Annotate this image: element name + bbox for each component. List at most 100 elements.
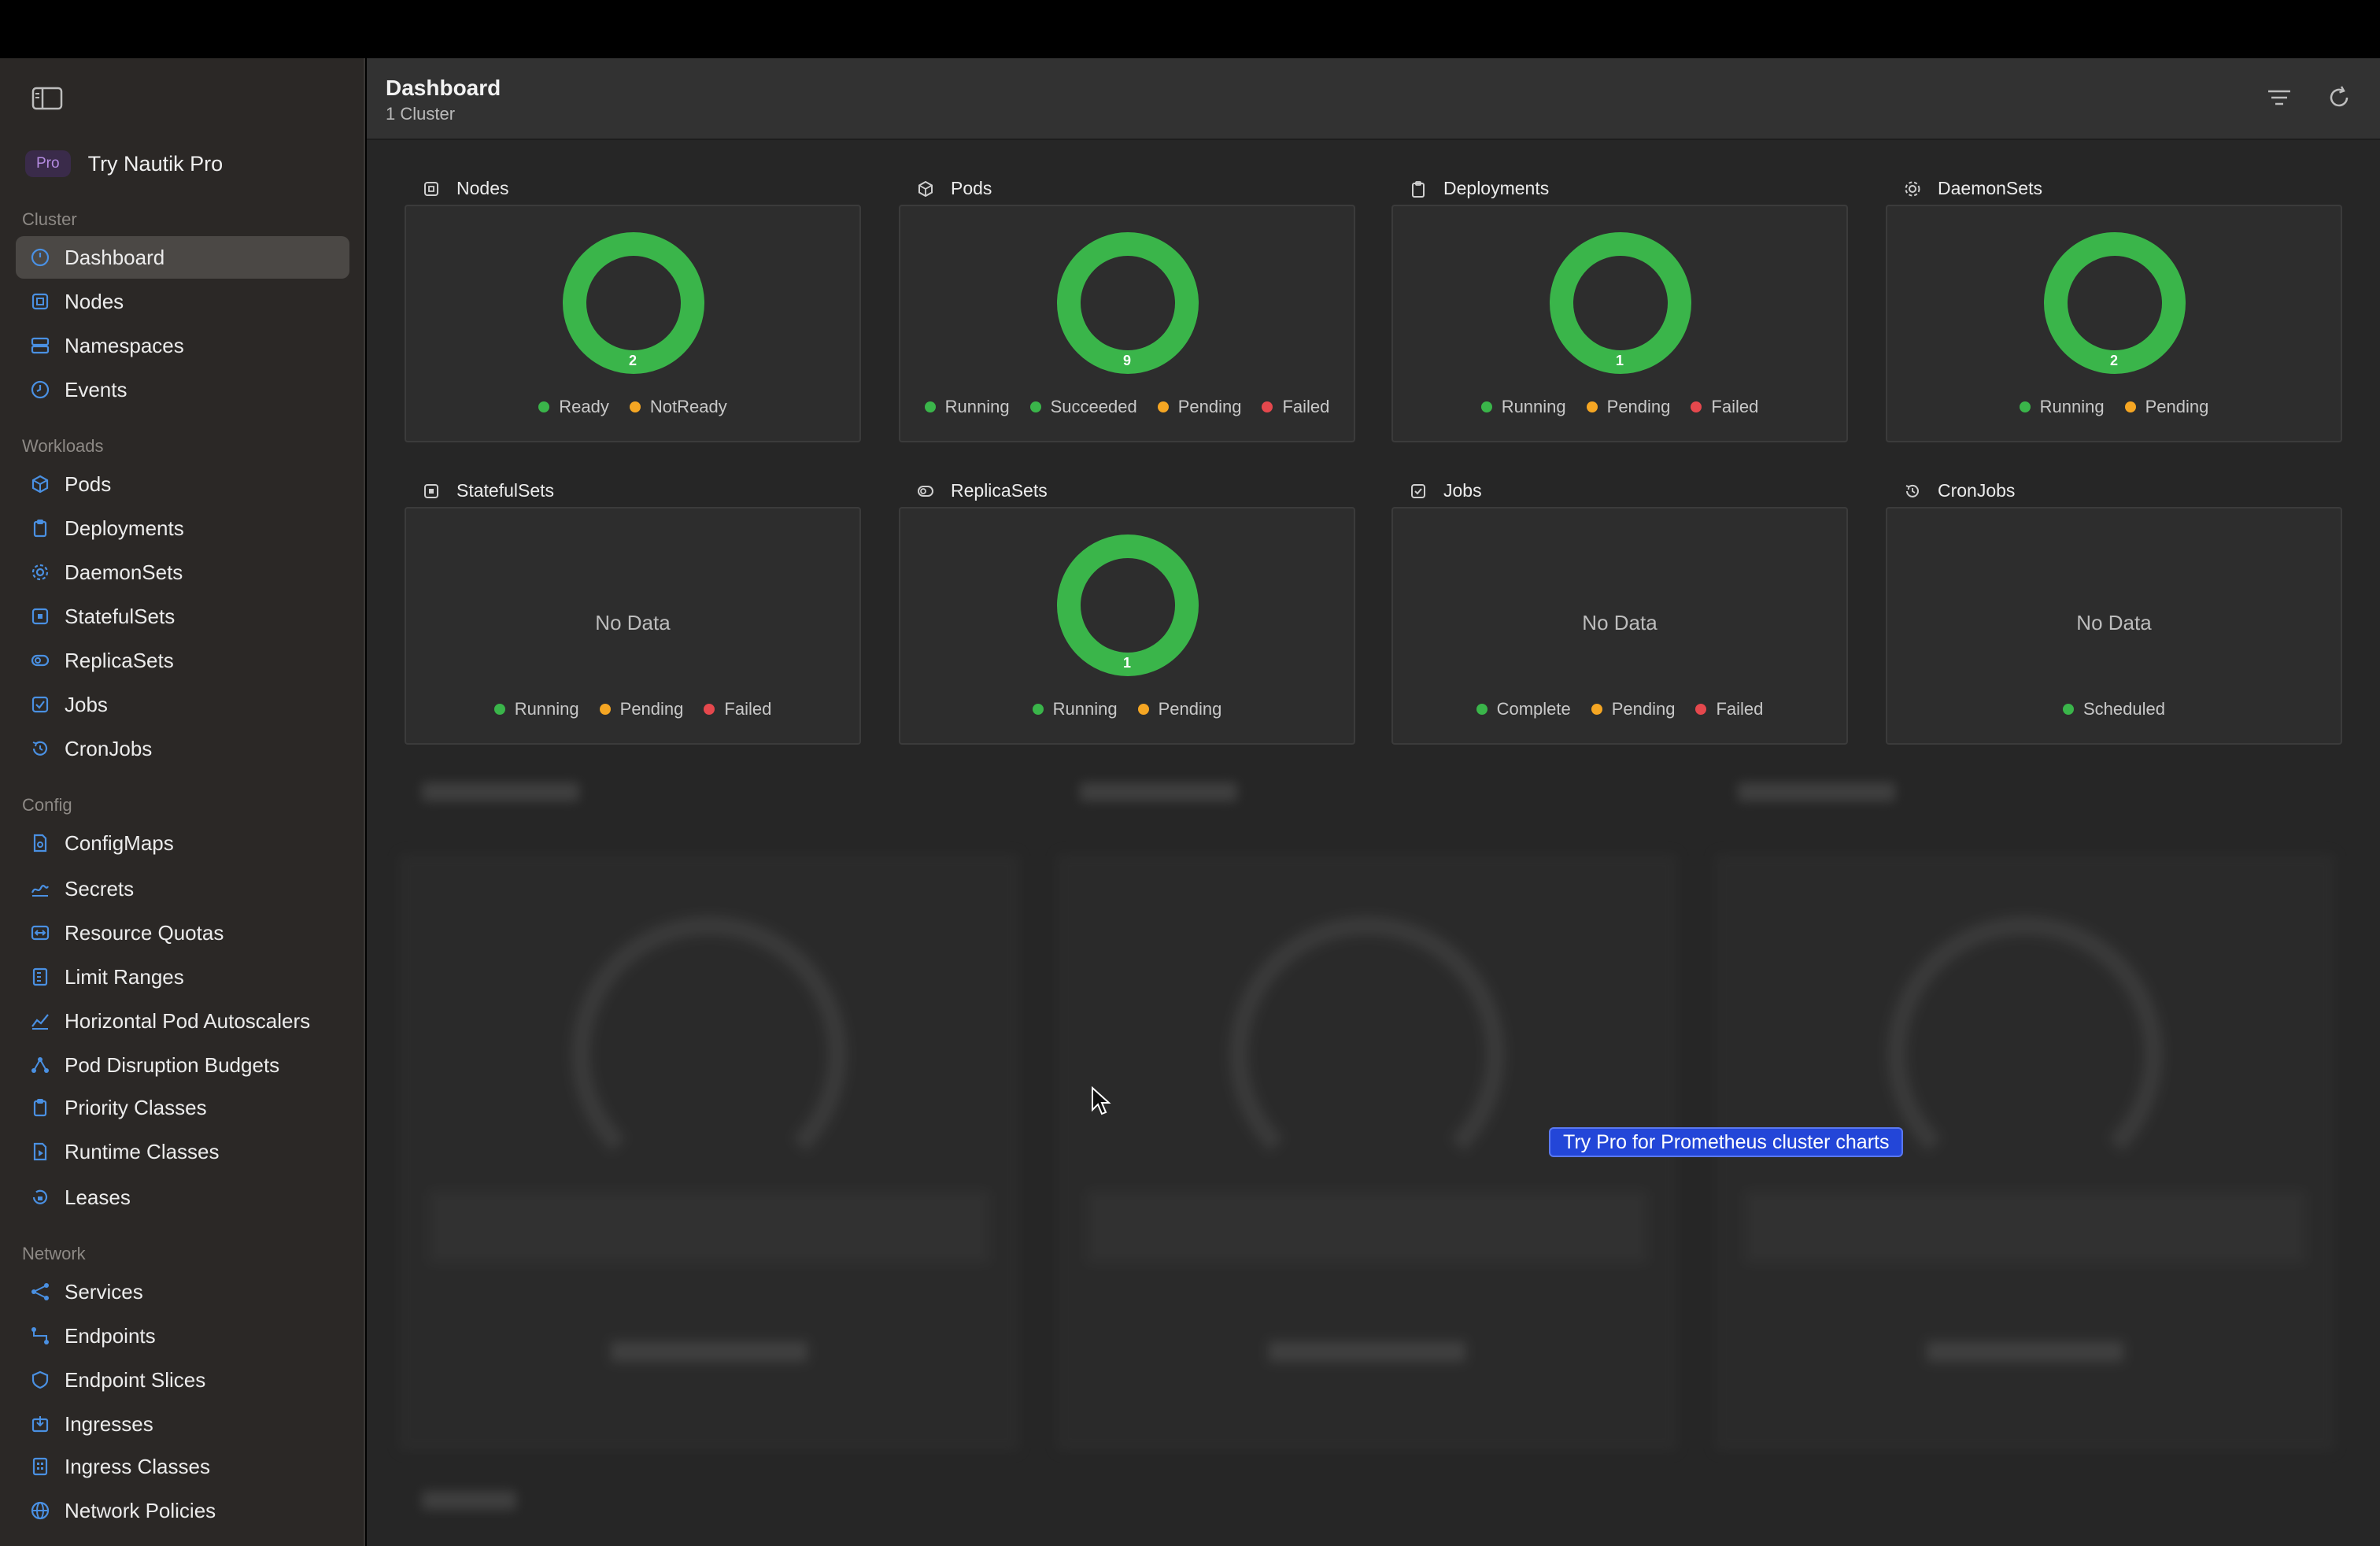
legend-item: Failed <box>1691 397 1758 417</box>
legend-item: Failed <box>704 699 771 719</box>
card-title-text: ReplicaSets <box>951 480 1048 501</box>
legend-label: Scheduled <box>2083 699 2165 719</box>
sidebar-item-label: Leases <box>65 1185 131 1209</box>
nodes-card[interactable]: 2 Ready NotReady <box>405 205 861 442</box>
legend-item: Succeeded <box>1029 397 1137 417</box>
chip-icon <box>30 291 50 312</box>
sidebar-item-runtime-classes[interactable]: Runtime Classes <box>16 1130 349 1173</box>
sidebar-item-label: Pods <box>65 472 112 496</box>
green-dot-icon <box>1476 704 1488 715</box>
blurred-gauge <box>1887 916 2163 1192</box>
sidebar-item-namespaces[interactable]: Namespaces <box>16 324 349 367</box>
sidebar-item-deployments[interactable]: Deployments <box>16 507 349 549</box>
section-workloads: Workloads <box>22 436 104 456</box>
doc-gear-icon <box>30 833 50 853</box>
try-pro-charts-button[interactable]: Try Pro for Prometheus cluster charts <box>1549 1127 1904 1157</box>
cronjobs-card[interactable]: No Data Scheduled <box>1886 507 2342 745</box>
legend-item: Pending <box>1591 699 1676 719</box>
legend-item: Running <box>1480 397 1566 417</box>
sidebar-item-label: Endpoints <box>65 1323 156 1348</box>
legend-item: Running <box>2019 397 2105 417</box>
sidebar-item-secrets[interactable]: Secrets <box>16 867 349 910</box>
pods-legend: Running Succeeded Pending Failed <box>900 397 1354 417</box>
legend-label: NotReady <box>649 397 727 416</box>
legend-label: Running <box>1501 397 1566 416</box>
jobs-card[interactable]: No Data Complete Pending Failed <box>1391 507 1848 745</box>
sidebar-item-ingresses[interactable]: Ingresses <box>16 1403 349 1445</box>
statefulsets-card[interactable]: No Data Running Pending Failed <box>405 507 861 745</box>
sidebar-item-cronjobs[interactable]: CronJobs <box>16 727 349 770</box>
sidebar-item-label: Ingresses <box>65 1411 153 1436</box>
legend-label: Pending <box>1611 699 1676 719</box>
daemonsets-count: 2 <box>2109 353 2118 368</box>
capsule-icon <box>30 650 50 671</box>
sidebar-item-hpa[interactable]: Horizontal Pod Autoscalers <box>16 1000 349 1042</box>
inbox-icon <box>30 1414 50 1434</box>
sidebar-item-endpoints[interactable]: Endpoints <box>16 1315 349 1357</box>
try-pro-button[interactable]: Pro Try Nautik Pro <box>25 146 223 181</box>
red-dot-icon <box>1691 401 1702 412</box>
replicasets-legend: Running Pending <box>900 699 1354 719</box>
deployments-card[interactable]: 1 Running Pending Failed <box>1391 205 1848 442</box>
sidebar-item-daemonsets[interactable]: DaemonSets <box>16 551 349 594</box>
blurred-gauge <box>1229 916 1505 1192</box>
sidebar-item-statefulsets[interactable]: StatefulSets <box>16 595 349 638</box>
cronjobs-legend: Scheduled <box>1887 699 2341 719</box>
sidebar-item-events[interactable]: Events <box>16 368 349 411</box>
daemonsets-card[interactable]: 2 Running Pending <box>1886 205 2342 442</box>
legend-label: Ready <box>559 397 609 416</box>
sidebar-item-priority-classes[interactable]: Priority Classes <box>16 1086 349 1129</box>
sidebar-item-configmaps[interactable]: ConfigMaps <box>16 822 349 864</box>
pods-card[interactable]: 9 Running Succeeded Pending Failed <box>899 205 1355 442</box>
replicasets-card[interactable]: 1 Running Pending <box>899 507 1355 745</box>
shield-icon <box>30 1370 50 1390</box>
sidebar: Pro Try Nautik Pro Cluster Dashboard Nod… <box>0 58 365 1546</box>
sidebar-item-label: Namespaces <box>65 333 184 357</box>
legend-label: Succeeded <box>1050 397 1137 416</box>
blurred-footer <box>1927 1341 2123 1362</box>
sidebar-item-label: Nodes <box>65 289 124 313</box>
sidebar-item-pods[interactable]: Pods <box>16 463 349 505</box>
sidebar-item-network-policies[interactable]: Network Policies <box>16 1489 349 1532</box>
legend-item: Failed <box>1262 397 1329 417</box>
connector-icon <box>30 1326 50 1346</box>
page-title: Dashboard <box>386 76 501 100</box>
sidebar-item-services[interactable]: Services <box>16 1270 349 1313</box>
refresh-icon[interactable] <box>2323 82 2355 113</box>
mouse-cursor-icon <box>1092 1086 1111 1115</box>
sidebar-toggle-icon[interactable] <box>31 87 63 110</box>
sidebar-item-label: Resource Quotas <box>65 920 224 945</box>
blurred-footer <box>611 1341 808 1362</box>
legend-label: Pending <box>1606 397 1671 416</box>
green-dot-icon <box>2063 704 2074 715</box>
sidebar-item-limit-ranges[interactable]: Limit Ranges <box>16 956 349 998</box>
legend-label: Pending <box>619 699 684 719</box>
sidebar-item-label: Ingress Classes <box>65 1454 210 1478</box>
filter-icon[interactable] <box>2264 82 2295 113</box>
sidebar-item-endpoint-slices[interactable]: Endpoint Slices <box>16 1359 349 1401</box>
sidebar-item-dashboard[interactable]: Dashboard <box>16 236 349 279</box>
sidebar-item-resource-quotas[interactable]: Resource Quotas <box>16 912 349 954</box>
gear-icon <box>30 562 50 583</box>
sidebar-item-leases[interactable]: Leases <box>16 1176 349 1219</box>
blurred-section-title <box>422 1491 516 1510</box>
sidebar-item-label: Limit Ranges <box>65 964 184 989</box>
sidebar-item-jobs[interactable]: Jobs <box>16 683 349 726</box>
blurred-chart <box>1746 1192 2304 1263</box>
sidebar-item-replicasets[interactable]: ReplicaSets <box>16 639 349 682</box>
card-title-text: Nodes <box>456 178 509 198</box>
network-icon <box>30 1055 50 1075</box>
green-dot-icon <box>924 401 936 412</box>
sidebar-item-nodes[interactable]: Nodes <box>16 280 349 323</box>
green-dot-icon <box>538 401 550 412</box>
legend-item: Pending <box>1157 397 1241 417</box>
dashboard-icon <box>30 247 50 268</box>
blurred-footer <box>1269 1341 1465 1362</box>
statefulsets-card-title: StatefulSets <box>422 480 554 501</box>
legend-label: Failed <box>1716 699 1764 719</box>
no-data-label: No Data <box>2076 611 2152 634</box>
no-data-label: No Data <box>1582 611 1658 634</box>
sidebar-item-ingress-classes[interactable]: Ingress Classes <box>16 1445 349 1488</box>
sidebar-item-pdb[interactable]: Pod Disruption Budgets <box>16 1044 349 1086</box>
signature-icon <box>30 878 50 899</box>
